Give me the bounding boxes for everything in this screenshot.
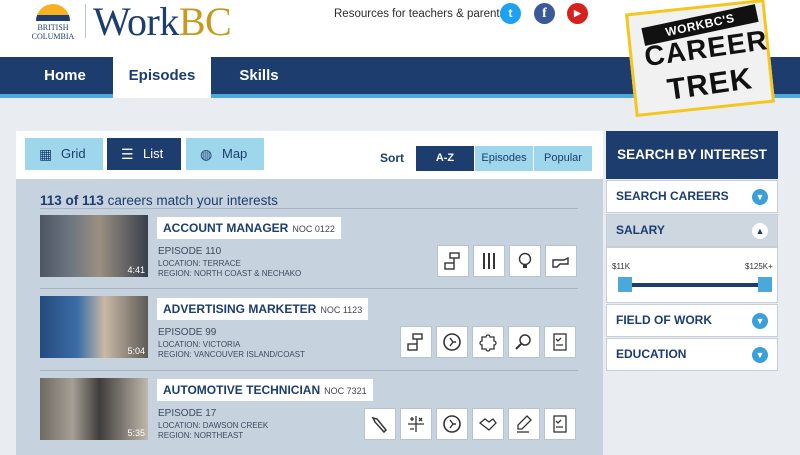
wrench-icon[interactable] — [364, 408, 396, 440]
career-trek-logo[interactable]: WORKBC'S CAREER TREK — [620, 0, 780, 118]
career-location: LOCATION: DAWSON CREEK — [158, 421, 269, 430]
noc-code: NOC 0122 — [292, 224, 335, 234]
career-region: REGION: NORTHEAST — [158, 431, 244, 440]
career-title-text: AUTOMOTIVE TECHNICIAN — [163, 383, 321, 397]
salary-min-label: $11K — [612, 262, 631, 271]
flowchart-icon[interactable] — [400, 326, 432, 358]
brand-work: Work — [93, 0, 179, 44]
bc-logo-line1: BRITISH — [37, 23, 69, 32]
episode-number: EPISODE 110 — [158, 246, 222, 257]
salary-max-handle[interactable] — [758, 277, 772, 292]
sort-label: Sort — [380, 151, 404, 165]
youtube-icon[interactable]: ▶ — [567, 3, 588, 24]
episode-number: EPISODE 17 — [158, 408, 217, 419]
flowchart-icon[interactable] — [437, 245, 469, 277]
checklist-icon[interactable] — [544, 326, 576, 358]
salary-range-track[interactable] — [625, 283, 758, 287]
video-duration: 4:41 — [127, 265, 145, 275]
view-map-label: Map — [222, 146, 248, 161]
chevron-down-icon: ▼ — [752, 189, 768, 205]
puzzle-icon[interactable] — [472, 326, 504, 358]
results-count-suffix: careers match your interests — [107, 193, 278, 208]
salary-panel — [606, 247, 778, 303]
handshake-icon[interactable] — [472, 408, 504, 440]
field-of-work-label: FIELD OF WORK — [616, 313, 712, 327]
math-symbols-icon[interactable] — [400, 408, 432, 440]
grid-icon: ▦ — [39, 146, 53, 162]
career-title[interactable]: ADVERTISING MARKETER NOC 1123 — [157, 298, 369, 320]
chevron-down-icon: ▼ — [752, 313, 768, 329]
video-duration: 5:35 — [127, 428, 145, 438]
chevron-down-icon: ▼ — [752, 347, 768, 363]
facebook-icon[interactable]: f — [534, 3, 555, 24]
chevron-up-icon: ▲ — [752, 223, 768, 239]
sun-icon — [36, 4, 70, 21]
pointing-hand-icon[interactable] — [545, 245, 577, 277]
divider — [40, 288, 578, 289]
bc-logo-line2: COLUMBIA — [31, 32, 75, 41]
results-count-number: 113 of 113 — [40, 193, 104, 208]
tools-icon[interactable] — [473, 245, 505, 277]
career-title[interactable]: AUTOMOTIVE TECHNICIAN NOC 7321 — [157, 379, 373, 401]
sort-az-button[interactable]: A-Z — [416, 146, 474, 171]
magnifier-icon[interactable] — [508, 326, 540, 358]
divider — [40, 208, 578, 209]
education-toggle[interactable]: EDUCATION ▼ — [606, 338, 778, 371]
workbc-logo[interactable]: WorkBC — [93, 0, 232, 45]
noc-code: NOC 1123 — [320, 305, 363, 315]
noc-code: NOC 7321 — [324, 386, 367, 396]
nav-home[interactable]: Home — [18, 57, 112, 94]
running-person-icon[interactable] — [436, 408, 468, 440]
resources-link[interactable]: Resources for teachers & parents — [334, 8, 505, 20]
bc-government-logo[interactable]: BRITISH COLUMBIA — [28, 4, 78, 41]
view-list-label: List — [143, 146, 164, 161]
globe-icon: ◍ — [200, 146, 213, 162]
sort-popular-button[interactable]: Popular — [534, 146, 592, 171]
search-by-interest-header: SEARCH BY INTEREST — [606, 131, 778, 179]
nav-skills[interactable]: Skills — [212, 57, 306, 94]
view-map-button[interactable]: ◍ Map — [186, 138, 264, 170]
career-title-text: ADVERTISING MARKETER — [163, 302, 317, 316]
sort-episodes-button[interactable]: Episodes — [475, 146, 533, 171]
salary-min-handle[interactable] — [618, 277, 632, 292]
view-grid-label: Grid — [61, 146, 86, 161]
career-location: LOCATION: VICTORIA — [158, 340, 241, 349]
episode-number: EPISODE 99 — [158, 327, 217, 338]
checklist-icon[interactable] — [544, 408, 576, 440]
nav-episodes[interactable]: Episodes — [113, 57, 211, 98]
pen-hand-icon[interactable] — [508, 408, 540, 440]
video-duration: 5:04 — [127, 346, 145, 356]
running-person-icon[interactable] — [436, 326, 468, 358]
search-careers-label: SEARCH CAREERS — [616, 189, 729, 203]
logo-divider — [85, 4, 86, 38]
career-title-text: ACCOUNT MANAGER — [163, 221, 289, 235]
lightbulb-icon[interactable] — [509, 245, 541, 277]
results-count: 113 of 113 careers match your interests — [40, 193, 278, 208]
career-region: REGION: NORTH COAST & NECHAKO — [158, 269, 302, 278]
career-thumbnail[interactable]: 5:04 — [40, 296, 148, 358]
view-grid-button[interactable]: ▦ Grid — [25, 138, 103, 170]
divider — [40, 370, 578, 371]
career-location: LOCATION: TERRACE — [158, 259, 241, 268]
search-careers-toggle[interactable]: SEARCH CAREERS ▼ — [606, 180, 778, 213]
education-label: EDUCATION — [616, 347, 687, 361]
career-region: REGION: VANCOUVER ISLAND/COAST — [158, 350, 305, 359]
field-of-work-toggle[interactable]: FIELD OF WORK ▼ — [606, 304, 778, 337]
salary-toggle[interactable]: SALARY ▲ — [606, 214, 778, 247]
salary-label: SALARY — [616, 223, 665, 237]
career-title[interactable]: ACCOUNT MANAGER NOC 0122 — [157, 217, 341, 239]
career-thumbnail[interactable]: 4:41 — [40, 215, 148, 277]
list-icon: ☰ — [121, 146, 134, 162]
brand-bc: BC — [178, 0, 232, 44]
twitter-icon[interactable]: t — [500, 3, 521, 24]
career-thumbnail[interactable]: 5:35 — [40, 378, 148, 440]
salary-max-label: $125K+ — [745, 262, 773, 271]
view-list-button[interactable]: ☰ List — [107, 138, 181, 170]
